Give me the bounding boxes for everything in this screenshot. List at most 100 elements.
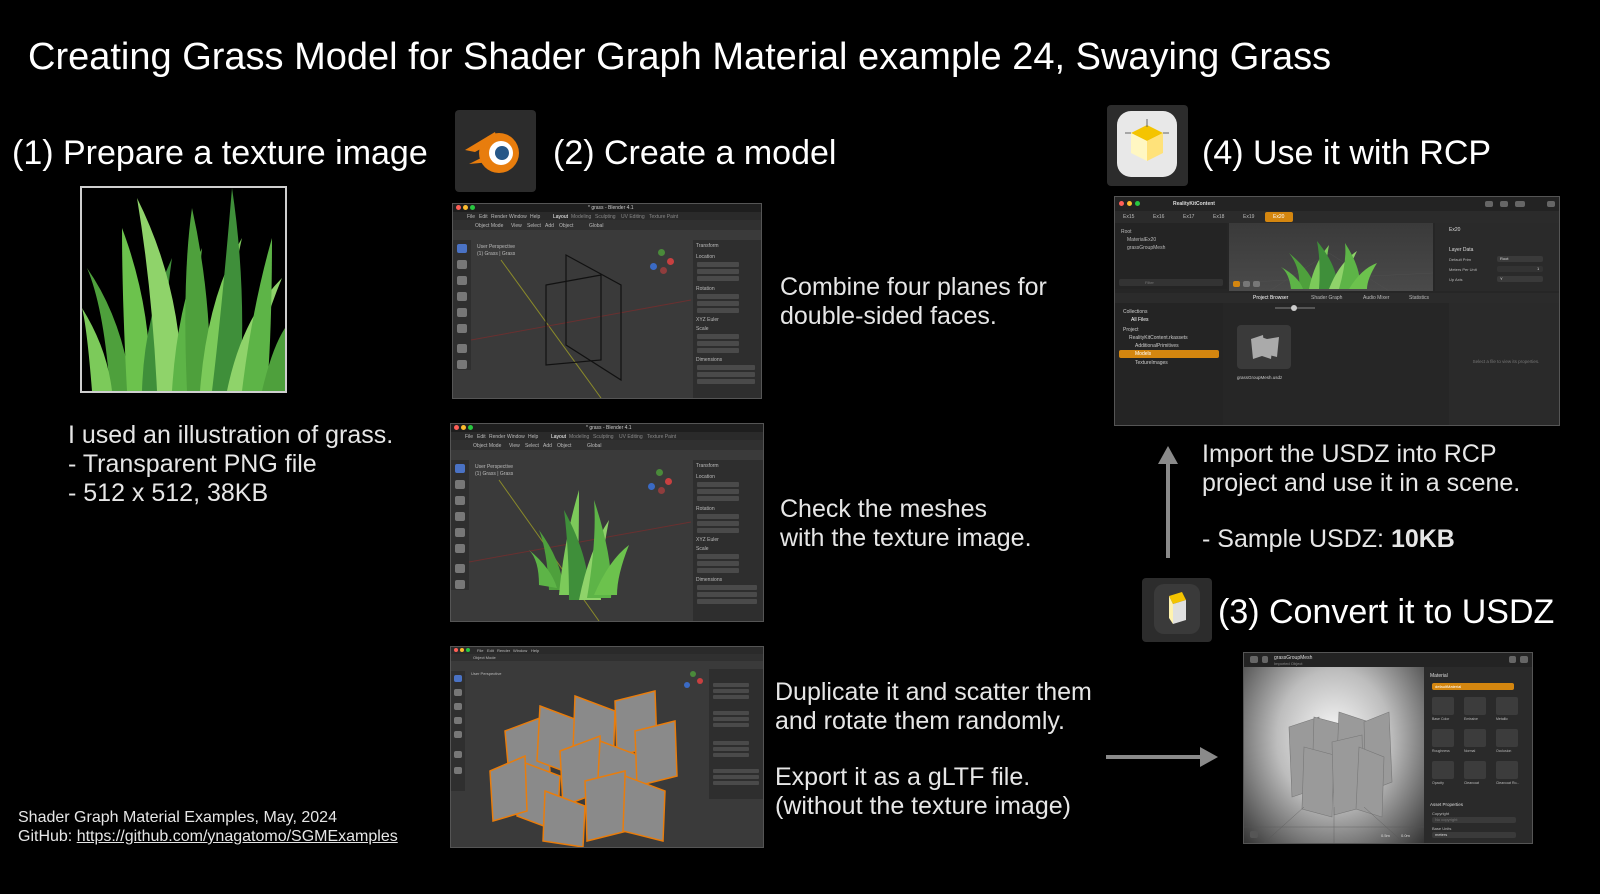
header-select[interactable]: Select xyxy=(525,443,539,449)
rotation-x-field[interactable] xyxy=(713,711,749,715)
scale-x-field[interactable] xyxy=(697,554,739,559)
header-view[interactable]: View xyxy=(511,223,522,229)
texture-slot-metallic[interactable] xyxy=(1496,697,1518,715)
rotation-z-field[interactable] xyxy=(697,308,739,313)
copyright-input[interactable]: No copyright xyxy=(1432,817,1516,823)
texture-slot-emissive[interactable] xyxy=(1464,697,1486,715)
slider-thumb[interactable] xyxy=(1291,305,1297,311)
tree-item-root[interactable]: Root xyxy=(1121,229,1132,235)
measure-tool-icon[interactable] xyxy=(455,580,465,589)
gizmo-icon[interactable] xyxy=(1243,281,1250,287)
rotation-x-field[interactable] xyxy=(697,514,739,519)
transform-tool-icon[interactable] xyxy=(455,544,465,553)
location-z-field[interactable] xyxy=(697,276,739,281)
select-tool-icon[interactable] xyxy=(455,464,465,473)
project-item-rkassets[interactable]: RealityKitContent.rkassets xyxy=(1129,335,1188,341)
navigation-gizmo[interactable] xyxy=(683,671,703,691)
tree-item-material[interactable]: MaterialEx20 xyxy=(1127,237,1156,243)
cursor-tool-icon[interactable] xyxy=(455,480,465,489)
scene-tab-ex17[interactable]: Ex17 xyxy=(1183,214,1194,220)
dimension-z-field[interactable] xyxy=(713,781,759,785)
measure-tool-icon[interactable] xyxy=(457,360,467,369)
dimension-x-field[interactable] xyxy=(697,365,755,370)
cursor-tool-icon[interactable] xyxy=(454,689,462,696)
scale-z-field[interactable] xyxy=(697,348,739,353)
header-select[interactable]: Select xyxy=(527,223,541,229)
location-y-field[interactable] xyxy=(697,489,739,494)
location-z-field[interactable] xyxy=(713,695,749,699)
header-global[interactable]: Global xyxy=(587,443,601,449)
menu-edit[interactable]: Edit xyxy=(487,648,494,653)
scale-y-field[interactable] xyxy=(697,341,739,346)
material-select[interactable]: defaultMaterial xyxy=(1432,683,1514,690)
scale-x-field[interactable] xyxy=(713,741,749,745)
location-x-field[interactable] xyxy=(697,482,739,487)
location-y-field[interactable] xyxy=(713,689,749,693)
transform-tool-icon[interactable] xyxy=(457,324,467,333)
project-item-textures[interactable]: TextureImages xyxy=(1135,360,1168,366)
texture-slot-clearcoat[interactable] xyxy=(1464,761,1486,779)
hierarchy-filter-input[interactable]: Filter xyxy=(1119,279,1223,286)
scene-tab-ex15[interactable]: Ex15 xyxy=(1123,214,1134,220)
menu-window[interactable]: Window xyxy=(513,648,527,653)
texture-slot-occlusion[interactable] xyxy=(1496,729,1518,747)
dimension-y-field[interactable] xyxy=(713,775,759,779)
rotation-z-field[interactable] xyxy=(697,528,739,533)
scale-z-field[interactable] xyxy=(697,568,739,573)
rotation-y-field[interactable] xyxy=(713,717,749,721)
blender-menubar[interactable]: File Edit Render Window Help Layout Mode… xyxy=(453,212,761,220)
euler-mode-select[interactable]: XYZ Euler xyxy=(696,317,719,323)
header-view[interactable]: View xyxy=(509,443,520,449)
texture-slot-normal[interactable] xyxy=(1464,729,1486,747)
location-x-field[interactable] xyxy=(697,262,739,267)
dimension-y-field[interactable] xyxy=(697,372,755,377)
share-icon[interactable] xyxy=(1500,201,1508,207)
rotation-y-field[interactable] xyxy=(697,301,739,306)
header-object[interactable]: Object xyxy=(559,223,573,229)
header-add[interactable]: Add xyxy=(543,443,552,449)
object-mode-select[interactable]: Object Mode xyxy=(473,655,496,660)
scale-y-field[interactable] xyxy=(713,747,749,751)
default-prim-select[interactable]: Root xyxy=(1497,256,1543,262)
blender-menubar[interactable]: File Edit Render Window Help xyxy=(451,647,763,654)
inspector-toggle-icon[interactable] xyxy=(1547,201,1555,207)
scale-tool-icon[interactable] xyxy=(455,528,465,537)
move-tool-icon[interactable] xyxy=(455,496,465,505)
camera-icon[interactable] xyxy=(1515,201,1525,207)
tab-statistics[interactable]: Statistics xyxy=(1409,295,1429,301)
move-tool-icon[interactable] xyxy=(454,703,462,710)
scale-tool-icon[interactable] xyxy=(454,731,462,738)
scene-tab-ex19[interactable]: Ex19 xyxy=(1243,214,1254,220)
move-tool-icon[interactable] xyxy=(457,276,467,285)
location-y-field[interactable] xyxy=(697,269,739,274)
measure-tool-icon[interactable] xyxy=(454,767,462,774)
scale-y-field[interactable] xyxy=(697,561,739,566)
scene-tab-ex16[interactable]: Ex16 xyxy=(1153,214,1164,220)
tree-item-mesh[interactable]: grassGroupMesh xyxy=(1127,245,1165,251)
menu-render[interactable]: Render xyxy=(497,648,510,653)
scale-tool-icon[interactable] xyxy=(457,308,467,317)
project-item-models[interactable]: Models xyxy=(1119,350,1219,358)
navigation-gizmo[interactable] xyxy=(646,469,672,495)
rotation-y-field[interactable] xyxy=(697,521,739,526)
meters-per-unit-input[interactable]: 1 xyxy=(1497,266,1543,272)
tab-shader-graph[interactable]: Shader Graph xyxy=(1311,295,1342,301)
dimension-y-field[interactable] xyxy=(697,592,757,597)
scene-tab-ex20[interactable]: Ex20 xyxy=(1265,212,1293,222)
tab-project-browser[interactable]: Project Browser xyxy=(1253,295,1288,301)
rotate-tool-icon[interactable] xyxy=(454,717,462,724)
navigation-gizmo[interactable] xyxy=(648,249,674,275)
menu-help[interactable]: Help xyxy=(531,648,539,653)
sidebar-toggle-icon[interactable] xyxy=(1250,656,1258,663)
dimension-x-field[interactable] xyxy=(697,585,757,590)
project-item-primitives[interactable]: AdditionalPrimitives xyxy=(1135,343,1179,349)
dimension-x-field[interactable] xyxy=(713,769,759,773)
select-tool-icon[interactable] xyxy=(457,244,467,253)
header-global[interactable]: Global xyxy=(589,223,603,229)
all-files-item[interactable]: All Files xyxy=(1131,317,1149,323)
asset-thumbnail[interactable] xyxy=(1237,325,1291,369)
annotate-tool-icon[interactable] xyxy=(457,344,467,353)
share-icon[interactable] xyxy=(1509,656,1516,663)
environment-icon[interactable] xyxy=(1250,831,1258,838)
add-icon[interactable] xyxy=(1485,201,1493,207)
